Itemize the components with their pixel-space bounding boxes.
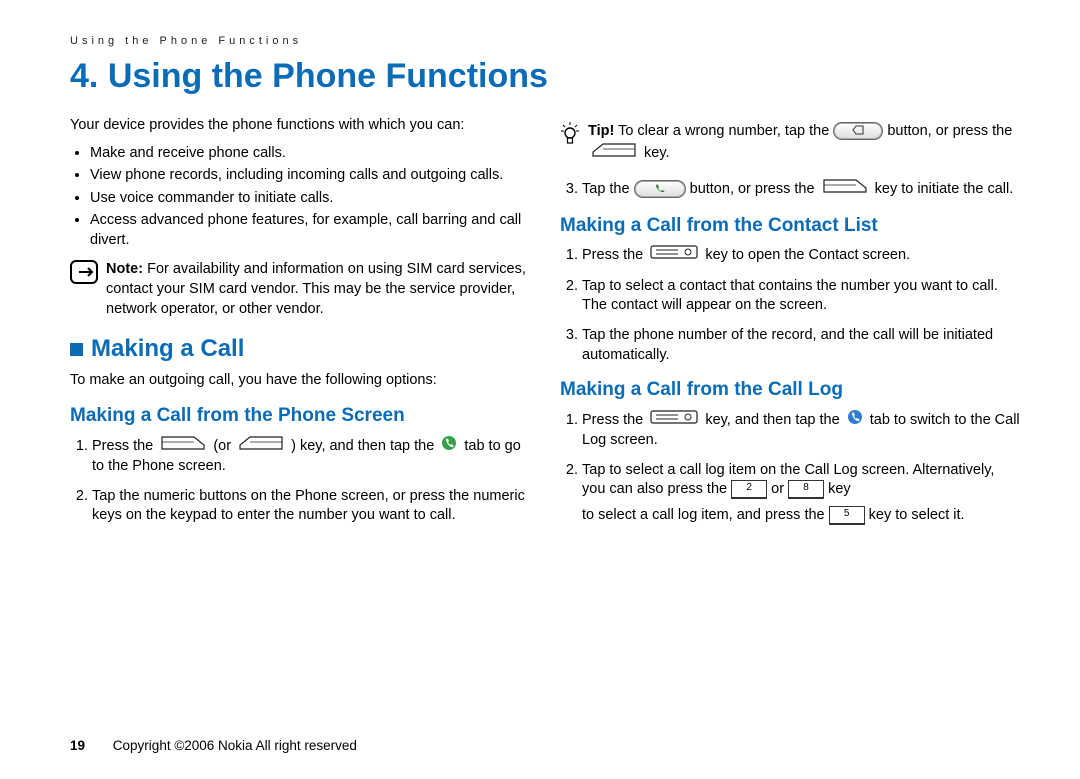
step-text: ) key, and then tap the <box>291 438 438 454</box>
making-call-intro: To make an outgoing call, you have the f… <box>70 371 530 391</box>
tip-block: Tip! To clear a wrong number, tap the bu… <box>560 122 1020 164</box>
feature-bullet-list: Make and receive phone calls. View phone… <box>70 144 530 251</box>
list-item: Tap to select a call log item on the Cal… <box>582 461 1020 526</box>
step-text: key to open the Contact screen. <box>705 247 910 263</box>
step-text: key, and then tap the <box>705 412 843 428</box>
list-item: Tap the phone number of the record, and … <box>582 326 1020 365</box>
left-column: Your device provides the phone functions… <box>70 112 530 536</box>
page-footer: 19 Copyright ©2006 Nokia All right reser… <box>70 738 357 753</box>
chapter-title: 4. Using the Phone Functions <box>70 57 1020 96</box>
list-item: Press the (or ) key, and then tap the ta… <box>92 435 530 477</box>
softkey-left-icon <box>822 178 868 201</box>
h3-call-log: Making a Call from the Call Log <box>560 377 1020 403</box>
contacts-key-icon <box>650 409 698 432</box>
numkey-8-icon: 8 <box>788 480 824 499</box>
section-making-a-call: Making a Call <box>70 333 530 365</box>
contacts-key-icon <box>650 244 698 267</box>
list-item: Tap the numeric buttons on the Phone scr… <box>92 487 530 526</box>
step-text: Press the <box>92 438 157 454</box>
step-text: (or <box>213 438 235 454</box>
tip-text: To clear a wrong number, tap the <box>614 123 833 139</box>
list-item: Press the key to open the Contact screen… <box>582 244 1020 267</box>
right-column: Tip! To clear a wrong number, tap the bu… <box>560 112 1020 536</box>
step-text: key to select it. <box>869 507 965 523</box>
h3-contact-list: Making a Call from the Contact List <box>560 213 1020 239</box>
step-text: Press the <box>582 247 647 263</box>
step-text: key <box>828 482 851 498</box>
h2-text: Making a Call <box>91 333 244 365</box>
phone-screen-steps: Press the (or ) key, and then tap the ta… <box>70 435 530 526</box>
list-item: Press the key, and then tap the tab to s… <box>582 409 1020 451</box>
note-label: Note: <box>106 261 143 277</box>
chapter-number: 4. <box>70 57 98 95</box>
tip-text: button, or press the <box>887 123 1012 139</box>
note-block: Note: For availability and information o… <box>70 260 530 319</box>
backspace-button-icon <box>833 122 883 140</box>
list-item: View phone records, including incoming c… <box>90 166 530 186</box>
step-text: key to initiate the call. <box>875 181 1014 197</box>
copyright-text: Copyright ©2006 Nokia All right reserved <box>113 738 357 753</box>
page-container: Using the Phone Functions 4. Using the P… <box>0 0 1080 779</box>
tip-lightbulb-icon <box>560 122 580 153</box>
step-text: button, or press the <box>690 181 819 197</box>
step-text: Tap the <box>582 181 634 197</box>
list-item: Access advanced phone features, for exam… <box>90 211 530 250</box>
list-item: Use voice commander to initiate calls. <box>90 189 530 209</box>
phone-tab-icon <box>441 435 457 458</box>
tip-label: Tip! <box>588 123 614 139</box>
tip-text-container: Tip! To clear a wrong number, tap the bu… <box>588 122 1020 164</box>
list-item: Tap to select a contact that contains th… <box>582 277 1020 316</box>
note-icon <box>70 260 98 291</box>
tip-text: key. <box>644 145 670 161</box>
phone-screen-steps-cont: Tap the button, or press the key to init… <box>560 178 1020 201</box>
page-number: 19 <box>70 738 85 753</box>
running-head: Using the Phone Functions <box>70 35 1020 47</box>
softkey-right-icon <box>591 142 637 165</box>
two-column-layout: Your device provides the phone functions… <box>70 112 1020 536</box>
note-body: For availability and information on usin… <box>106 261 526 316</box>
square-bullet-icon <box>70 343 83 356</box>
numkey-5-icon: 5 <box>829 506 865 525</box>
h3-phone-screen: Making a Call from the Phone Screen <box>70 403 530 429</box>
step-text: to select a call log item, and press the <box>582 507 829 523</box>
note-text-container: Note: For availability and information o… <box>106 260 530 319</box>
intro-text: Your device provides the phone functions… <box>70 116 530 136</box>
chapter-title-text: Using the Phone Functions <box>108 57 548 95</box>
call-log-steps: Press the key, and then tap the tab to s… <box>560 409 1020 526</box>
list-item: Make and receive phone calls. <box>90 144 530 164</box>
contact-list-steps: Press the key to open the Contact screen… <box>560 244 1020 365</box>
softkey-right-icon <box>238 435 284 458</box>
step-text: or <box>771 482 788 498</box>
numkey-2-icon: 2 <box>731 480 767 499</box>
list-item: Tap the button, or press the key to init… <box>582 178 1020 201</box>
softkey-left-icon <box>160 435 206 458</box>
call-button-icon <box>634 180 686 198</box>
step-text: Press the <box>582 412 647 428</box>
call-log-tab-icon <box>847 409 863 432</box>
